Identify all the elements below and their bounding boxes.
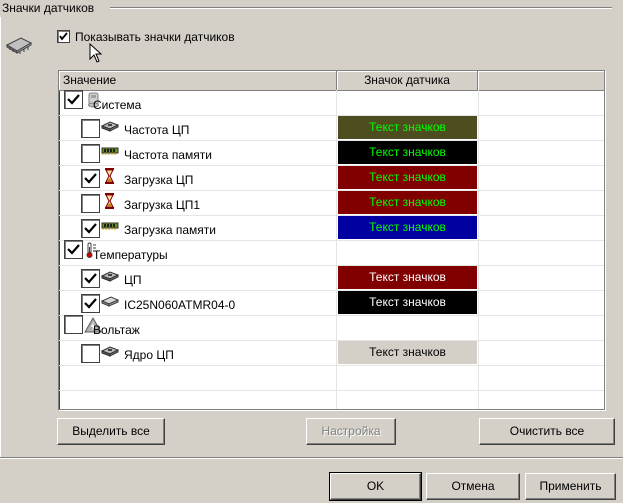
row-checkbox[interactable] [81,194,100,213]
column-header-value[interactable]: Значение [59,71,337,91]
checkmark-icon [67,244,80,255]
apply-button[interactable]: Применить [525,473,616,500]
row-checkbox[interactable] [64,90,83,109]
checkmark-icon [84,173,97,184]
group-frame-left [0,17,1,457]
cpu-chip-icon [100,343,120,359]
row-label: Загрузка памяти [124,223,216,237]
cancel-button[interactable]: Отмена [426,473,520,500]
table-row[interactable]: Загрузка ЦП Текст значков [59,165,604,190]
sensor-icon-preview[interactable]: Текст значков [338,166,477,189]
grid-line [59,390,604,391]
table-row[interactable]: Загрузка памяти Текст значков [59,215,604,240]
row-checkbox[interactable] [64,240,83,259]
row-checkbox[interactable] [81,219,100,238]
sensor-icon-preview[interactable]: Текст значков [338,341,477,364]
sensor-icon-preview[interactable]: Текст значков [338,141,477,164]
sensor-icon-preview[interactable]: Текст значков [338,116,477,139]
row-checkbox[interactable] [81,144,100,163]
group-frame-bottom [0,457,623,459]
checkmark-icon [67,94,80,105]
column-header-empty [478,71,604,91]
row-label: Частота ЦП [124,123,190,137]
sensor-icon-preview[interactable]: Текст значков [338,266,477,289]
select-all-button[interactable]: Выделить все [57,418,165,445]
row-checkbox[interactable] [81,169,100,188]
table-row[interactable]: Ядро ЦП Текст значков [59,340,604,365]
checkmark-icon [84,298,97,309]
group-frame-top [110,7,612,9]
group-title: Значки датчиков [2,1,99,15]
settings-button[interactable]: Настройка [306,418,396,445]
checkmark-icon [84,223,97,234]
sensor-chip-icon [4,34,34,56]
table-row[interactable]: IC25N060ATMR04-0 Текст значков [59,290,604,315]
ok-button[interactable]: OK [329,472,422,501]
cpu-chip-icon [100,268,120,284]
hourglass-icon [101,168,119,184]
sensor-list[interactable]: Значение Значок датчика Система Частота Ц… [58,70,605,410]
row-label: Вольтаж [93,323,140,337]
table-row[interactable]: Система [59,90,604,115]
table-row[interactable]: Вольтаж [59,315,604,340]
show-icons-checkbox[interactable] [57,30,70,43]
row-checkbox[interactable] [81,119,100,138]
row-label: Загрузка ЦП1 [124,198,201,212]
table-row[interactable]: Загрузка ЦП1 Текст значков [59,190,604,215]
hard-drive-icon [100,293,120,309]
row-label: Система [93,98,142,112]
row-checkbox[interactable] [81,269,100,288]
checkmark-icon [84,273,97,284]
memory-icon [101,218,119,234]
table-row[interactable]: Частота памяти Текст значков [59,140,604,165]
sensor-icon-preview[interactable]: Текст значков [338,216,477,239]
column-header-sensor-icon[interactable]: Значок датчика [337,71,478,91]
show-icons-label[interactable]: Показывать значки датчиков [75,30,235,44]
table-row[interactable]: Частота ЦП Текст значков [59,115,604,140]
hourglass-icon [101,193,119,209]
row-label: Загрузка ЦП [124,173,194,187]
sensor-icon-preview[interactable]: Текст значков [338,191,477,214]
grid-line [59,365,604,366]
mouse-cursor-icon [89,42,103,63]
row-label: IC25N060ATMR04-0 [124,298,236,312]
table-row[interactable]: Температуры [59,240,604,265]
row-checkbox[interactable] [81,294,100,313]
row-checkbox[interactable] [64,315,83,334]
memory-icon [101,143,119,159]
sensor-icon-preview[interactable]: Текст значков [338,291,477,314]
checkmark-icon [59,32,68,41]
row-label: ЦП [124,273,142,287]
row-label: Ядро ЦП [124,348,174,362]
row-label: Температуры [93,248,168,262]
clear-all-button[interactable]: Очистить все [479,418,615,445]
row-checkbox[interactable] [81,344,100,363]
row-label: Частота памяти [124,148,212,162]
table-row[interactable]: ЦП Текст значков [59,265,604,290]
cpu-chip-icon [100,118,120,134]
